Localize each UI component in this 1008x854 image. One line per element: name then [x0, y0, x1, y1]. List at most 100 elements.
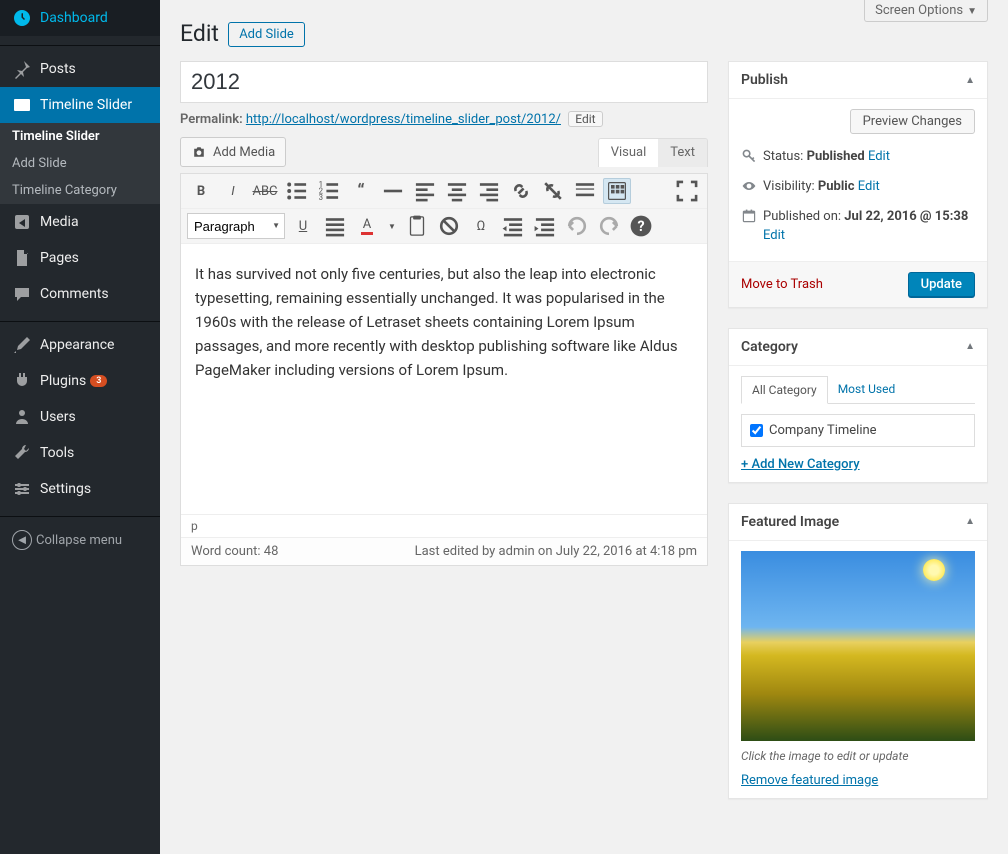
menu-users[interactable]: Users	[0, 399, 160, 435]
align-left-button[interactable]	[411, 178, 439, 204]
category-label: Company Timeline	[769, 423, 877, 438]
visibility-row: Visibility: Public Edit	[763, 178, 975, 196]
media-icon	[12, 212, 32, 232]
bold-button[interactable]: B	[187, 178, 215, 204]
permalink-edit-button[interactable]: Edit	[568, 111, 602, 127]
wrench-icon	[12, 443, 32, 463]
editor-mode-tabs: Visual Text	[598, 138, 708, 167]
timeline-icon	[12, 95, 32, 115]
paste-text-button[interactable]	[403, 213, 431, 239]
edit-date-link[interactable]: Edit	[763, 228, 785, 243]
featured-image-thumbnail[interactable]	[741, 551, 975, 741]
add-media-button[interactable]: Add Media	[180, 137, 286, 167]
menu-media[interactable]: Media	[0, 204, 160, 240]
editor-path[interactable]: p	[181, 514, 707, 537]
italic-button[interactable]: I	[219, 178, 247, 204]
add-slide-button[interactable]: Add Slide	[228, 22, 305, 47]
update-button[interactable]: Update	[908, 272, 975, 297]
submenu-timeline-category[interactable]: Timeline Category	[0, 177, 160, 204]
tab-visual[interactable]: Visual	[599, 139, 659, 167]
collapse-menu[interactable]: ◄ Collapse menu	[0, 522, 160, 558]
svg-text:3: 3	[319, 193, 323, 202]
brush-icon	[12, 335, 32, 355]
read-more-button[interactable]	[571, 178, 599, 204]
collapse-icon[interactable]: ▲	[965, 341, 975, 352]
align-justify-button[interactable]	[321, 213, 349, 239]
settings-icon	[12, 479, 32, 499]
page-header: Edit Add Slide	[180, 20, 988, 47]
align-right-button[interactable]	[475, 178, 503, 204]
category-checkbox[interactable]	[750, 424, 763, 437]
submenu-timeline-slider[interactable]: Timeline Slider	[0, 123, 160, 150]
outdent-button[interactable]	[499, 213, 527, 239]
menu-comments[interactable]: Comments	[0, 276, 160, 312]
menu-settings[interactable]: Settings	[0, 471, 160, 507]
special-char-button[interactable]: Ω	[467, 213, 495, 239]
editor-content[interactable]: It has survived not only five centuries,…	[181, 244, 707, 514]
add-new-category-link[interactable]: + Add New Category	[741, 457, 975, 472]
plug-icon	[12, 371, 32, 391]
screen-options-toggle[interactable]: Screen Options▼	[864, 0, 988, 22]
remove-featured-image-link[interactable]: Remove featured image	[741, 773, 878, 788]
blockquote-button[interactable]: “	[347, 178, 375, 204]
numbered-list-button[interactable]: 123	[315, 178, 343, 204]
collapse-icon[interactable]: ▲	[965, 516, 975, 527]
unlink-button[interactable]	[539, 178, 567, 204]
strikethrough-button[interactable]: ABC	[251, 178, 279, 204]
pin-icon	[12, 59, 32, 79]
menu-label: Pages	[40, 250, 79, 266]
bullet-list-button[interactable]	[283, 178, 311, 204]
menu-dashboard[interactable]: Dashboard	[0, 0, 160, 36]
move-to-trash-link[interactable]: Move to Trash	[741, 277, 823, 292]
category-list: Company Timeline	[741, 414, 975, 447]
help-button[interactable]: ?	[627, 213, 655, 239]
category-item[interactable]: Company Timeline	[750, 423, 966, 438]
edit-visibility-link[interactable]: Edit	[858, 179, 880, 194]
menu-label: Timeline Slider	[40, 97, 132, 113]
hr-button[interactable]	[379, 178, 407, 204]
page-title: Edit	[180, 20, 219, 47]
post-title-input[interactable]	[180, 61, 708, 103]
user-icon	[12, 407, 32, 427]
cat-tab-most-used[interactable]: Most Used	[828, 376, 906, 403]
publish-title: Publish	[741, 72, 788, 88]
format-select[interactable]: Paragraph	[187, 213, 285, 239]
editor-status-bar: Word count: 48 Last edited by admin on J…	[181, 537, 707, 565]
published-on-row: Published on: Jul 22, 2016 @ 15:38 Edit	[763, 208, 975, 244]
permalink-label: Permalink:	[180, 112, 243, 127]
preview-changes-button[interactable]: Preview Changes	[850, 109, 975, 134]
toolbar-toggle-button[interactable]	[603, 178, 631, 204]
menu-tools[interactable]: Tools	[0, 435, 160, 471]
cat-tab-all[interactable]: All Category	[741, 376, 828, 404]
menu-label: Tools	[40, 445, 74, 461]
tab-text[interactable]: Text	[658, 139, 707, 167]
clear-formatting-button[interactable]	[435, 213, 463, 239]
indent-button[interactable]	[531, 213, 559, 239]
redo-button[interactable]	[595, 213, 623, 239]
menu-appearance[interactable]: Appearance	[0, 327, 160, 363]
edit-status-link[interactable]: Edit	[868, 149, 890, 164]
text-color-button[interactable]: A	[353, 213, 381, 239]
menu-label: Comments	[40, 286, 109, 302]
menu-posts[interactable]: Posts	[0, 51, 160, 87]
menu-pages[interactable]: Pages	[0, 240, 160, 276]
text-color-dropdown[interactable]: ▼	[385, 213, 399, 239]
menu-separator	[0, 317, 160, 322]
permalink-url[interactable]: http://localhost/wordpress/timeline_slid…	[246, 112, 561, 127]
menu-label: Plugins	[40, 373, 86, 389]
link-button[interactable]	[507, 178, 535, 204]
submenu-add-slide[interactable]: Add Slide	[0, 150, 160, 177]
fullscreen-button[interactable]	[673, 178, 701, 204]
featured-image-title: Featured Image	[741, 514, 839, 530]
collapse-icon[interactable]: ▲	[965, 75, 975, 86]
page-icon	[12, 248, 32, 268]
menu-timeline-slider[interactable]: Timeline Slider	[0, 87, 160, 123]
undo-button[interactable]	[563, 213, 591, 239]
underline-button[interactable]: U	[289, 213, 317, 239]
align-center-button[interactable]	[443, 178, 471, 204]
submenu: Timeline Slider Add Slide Timeline Categ…	[0, 123, 160, 204]
menu-label: Appearance	[40, 337, 114, 353]
camera-icon	[191, 144, 207, 160]
add-media-label: Add Media	[213, 145, 275, 160]
menu-plugins[interactable]: Plugins 3	[0, 363, 160, 399]
